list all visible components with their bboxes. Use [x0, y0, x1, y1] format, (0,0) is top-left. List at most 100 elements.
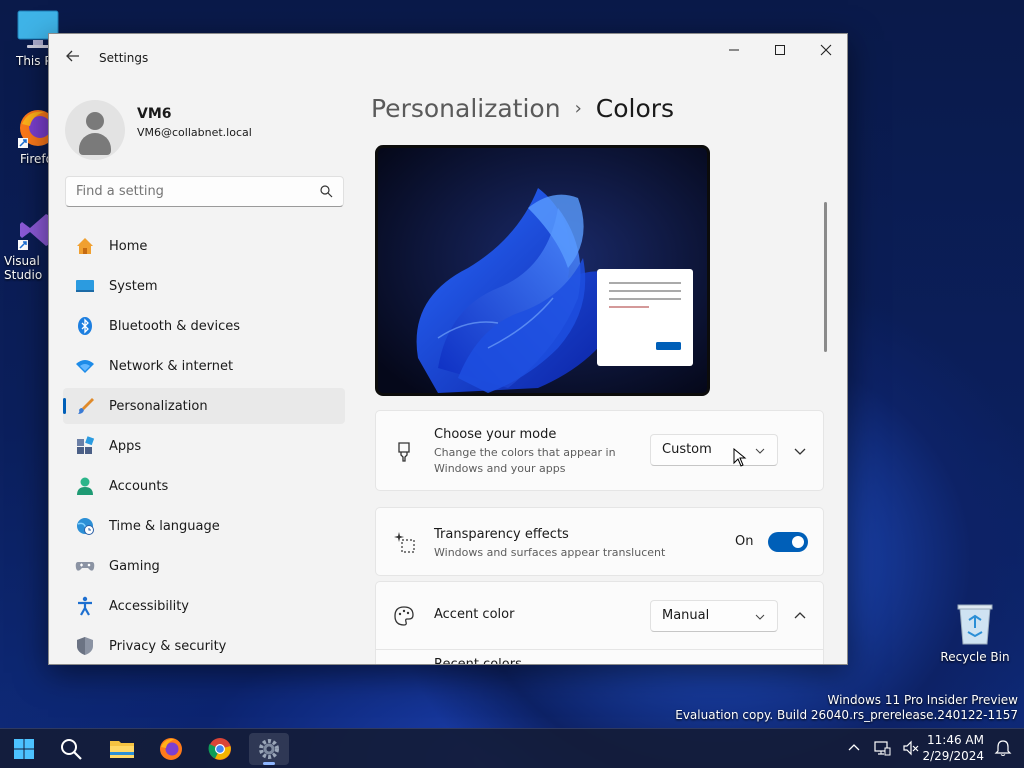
mode-dropdown-value: Custom	[662, 442, 712, 457]
maximize-button[interactable]	[757, 34, 803, 66]
breadcrumb-separator: ›	[574, 98, 582, 119]
sidebar-item-apps[interactable]: Apps	[63, 428, 345, 464]
transparency-card: Transparency effects Windows and surface…	[375, 507, 824, 576]
system-clock[interactable]: 11:46 AM 2/29/2024	[922, 732, 984, 764]
accessibility-icon	[78, 596, 92, 616]
volume-muted-icon[interactable]	[902, 739, 920, 757]
taskbar: 11:46 AM 2/29/2024	[0, 728, 1024, 768]
firefox-taskbar-button[interactable]	[151, 733, 191, 765]
expand-chevron-icon[interactable]	[788, 439, 812, 463]
transparency-title: Transparency effects	[434, 527, 569, 542]
divider	[376, 649, 823, 650]
chevron-down-icon	[755, 448, 765, 454]
system-icon	[76, 280, 94, 292]
gamepad-icon	[75, 562, 95, 571]
window-title: Settings	[99, 51, 149, 65]
desktop-icon-label: Visual Studio 2022 Preview	[4, 254, 43, 282]
sidebar-item-gaming[interactable]: Gaming	[63, 548, 345, 584]
taskbar-search-button[interactable]	[51, 733, 91, 765]
sidebar-item-time-language[interactable]: Time & language	[63, 508, 345, 544]
back-button[interactable]	[61, 48, 85, 68]
chevron-down-icon	[755, 614, 765, 620]
file-explorer-button[interactable]	[102, 733, 142, 765]
sidebar-item-accessibility[interactable]: Accessibility	[63, 588, 345, 624]
folder-icon	[110, 741, 134, 758]
network-icon[interactable]	[873, 739, 891, 757]
desktop-icon-label: Firefox	[20, 152, 48, 166]
main-content: Personalization › Colors Choose your mod…	[371, 82, 829, 665]
search-input[interactable]	[65, 176, 344, 207]
firefox-icon	[160, 738, 182, 760]
clock-date: 2/29/2024	[922, 749, 984, 763]
brush-icon	[78, 398, 94, 414]
sidebar-item-bluetooth[interactable]: Bluetooth & devices	[63, 308, 345, 344]
breadcrumb-parent[interactable]: Personalization	[371, 94, 561, 123]
accent-color-card: Accent color Manual Recent colors	[375, 581, 824, 665]
sidebar-item-label: Apps	[109, 438, 142, 454]
sidebar-item-label: Time & language	[109, 518, 220, 534]
sidebar-item-label: Privacy & security	[109, 638, 227, 654]
sidebar-item-label: Gaming	[109, 558, 160, 574]
back-arrow-icon	[66, 50, 79, 62]
minimize-button[interactable]	[711, 34, 757, 66]
accent-dropdown[interactable]: Manual	[650, 600, 778, 632]
windows-logo-icon	[14, 739, 34, 759]
paint-brush-icon	[398, 442, 410, 462]
recent-colors-label: Recent colors	[434, 657, 522, 665]
collapse-chevron-icon[interactable]	[788, 604, 812, 628]
theme-preview	[375, 145, 710, 396]
close-icon	[820, 44, 832, 56]
mode-dropdown[interactable]: Custom	[650, 434, 778, 466]
sidebar-item-privacy[interactable]: Privacy & security	[63, 628, 345, 664]
mode-subtitle-line1: Change the colors that appear in	[434, 446, 616, 459]
user-name: VM6	[137, 106, 172, 122]
chrome-taskbar-button[interactable]	[200, 733, 240, 765]
close-button[interactable]	[803, 34, 847, 66]
sidebar-item-label: Network & internet	[109, 358, 234, 374]
home-icon	[77, 238, 93, 254]
clock-time: 11:46 AM	[927, 733, 984, 747]
sidebar-item-accounts[interactable]: Accounts	[63, 468, 345, 504]
settings-window: Settings VM6 VM6@collabnet.local Home Sy…	[48, 33, 848, 665]
title-bar: Settings	[49, 34, 847, 82]
avatar	[65, 100, 125, 160]
mode-subtitle-line2: Windows and your apps	[434, 462, 566, 475]
mode-title: Choose your mode	[434, 427, 557, 442]
page-title: Colors	[595, 94, 675, 123]
accounts-icon	[77, 477, 93, 495]
transparency-toggle[interactable]	[768, 532, 808, 552]
wifi-icon	[76, 360, 94, 373]
accent-dropdown-value: Manual	[662, 608, 710, 623]
sidebar-item-personalization[interactable]: Personalization	[63, 388, 345, 424]
choose-mode-card: Choose your mode Change the colors that …	[375, 410, 824, 491]
sidebar-item-system[interactable]: System	[63, 268, 345, 304]
sidebar-item-label: Personalization	[109, 398, 208, 414]
minimize-icon	[729, 49, 739, 51]
palette-icon	[394, 606, 414, 626]
chevron-up-icon[interactable]	[845, 739, 863, 757]
watermark-line1: Windows 11 Pro Insider Preview	[827, 693, 1018, 707]
bloom-wallpaper-preview	[378, 148, 707, 393]
sidebar-nav: Home System Bluetooth & devices Network …	[63, 228, 345, 664]
watermark-line2: Evaluation copy. Build 26040.rs_prerelea…	[675, 708, 1018, 722]
user-email: VM6@collabnet.local	[137, 126, 252, 139]
scrollbar-thumb[interactable]	[824, 202, 827, 352]
breadcrumb: Personalization › Colors	[371, 94, 674, 123]
maximize-icon	[775, 45, 785, 55]
gear-icon	[259, 739, 279, 759]
desktop-icon-recycle-bin[interactable]: Recycle Bin	[937, 602, 1013, 664]
sidebar-item-label: System	[109, 278, 158, 294]
desktop-icon-label: Recycle Bin	[940, 650, 1010, 664]
sidebar-item-label: Accessibility	[109, 598, 189, 614]
sidebar-item-network[interactable]: Network & internet	[63, 348, 345, 384]
evaluation-watermark: Windows 11 Pro Insider Preview Evaluatio…	[675, 693, 1018, 723]
notification-bell-icon[interactable]	[994, 739, 1012, 757]
transparency-sparkle-icon	[394, 532, 415, 553]
start-button[interactable]	[4, 733, 44, 765]
settings-taskbar-button[interactable]	[249, 733, 289, 765]
bluetooth-icon	[78, 317, 92, 335]
sidebar-item-home[interactable]: Home	[63, 228, 345, 264]
sidebar-item-label: Accounts	[109, 478, 169, 494]
shield-icon	[77, 637, 93, 655]
search-icon[interactable]	[319, 184, 333, 198]
